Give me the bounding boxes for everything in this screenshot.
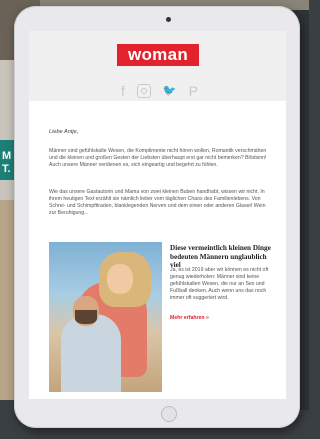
background-text: M T. <box>2 150 12 175</box>
article-description: Ja, es ist 2019 aber wir können es nicht… <box>170 267 269 301</box>
facebook-icon[interactable]: f <box>121 83 125 99</box>
woman-face <box>107 264 133 294</box>
pinterest-icon[interactable]: P <box>189 83 198 99</box>
email-screen: woman f 🐦 P Liebe Antje, Männer sind gef… <box>29 31 286 399</box>
intro-paragraph: Männer sind gefühlskalte Wesen, die Komp… <box>49 148 267 168</box>
social-links: f 🐦 P <box>121 83 198 99</box>
man-beard <box>75 310 97 324</box>
home-button[interactable] <box>161 406 177 422</box>
woman-logo[interactable]: woman <box>117 44 199 66</box>
camera-icon <box>166 17 171 22</box>
greeting: Liebe Antje, <box>49 129 79 135</box>
twitter-icon[interactable]: 🐦 <box>163 83 177 99</box>
tablet-device: woman f 🐦 P Liebe Antje, Männer sind gef… <box>14 6 300 428</box>
instagram-icon[interactable] <box>136 84 151 98</box>
read-more-link[interactable]: Mehr erfahren » <box>170 315 209 321</box>
man-figure <box>61 314 121 392</box>
article-title[interactable]: Diese vermeintlich kleinen Dinge bedeute… <box>170 244 278 270</box>
article-image[interactable] <box>49 242 162 392</box>
second-paragraph: Wie das unsere Gastautorin und Mama von … <box>49 189 266 216</box>
